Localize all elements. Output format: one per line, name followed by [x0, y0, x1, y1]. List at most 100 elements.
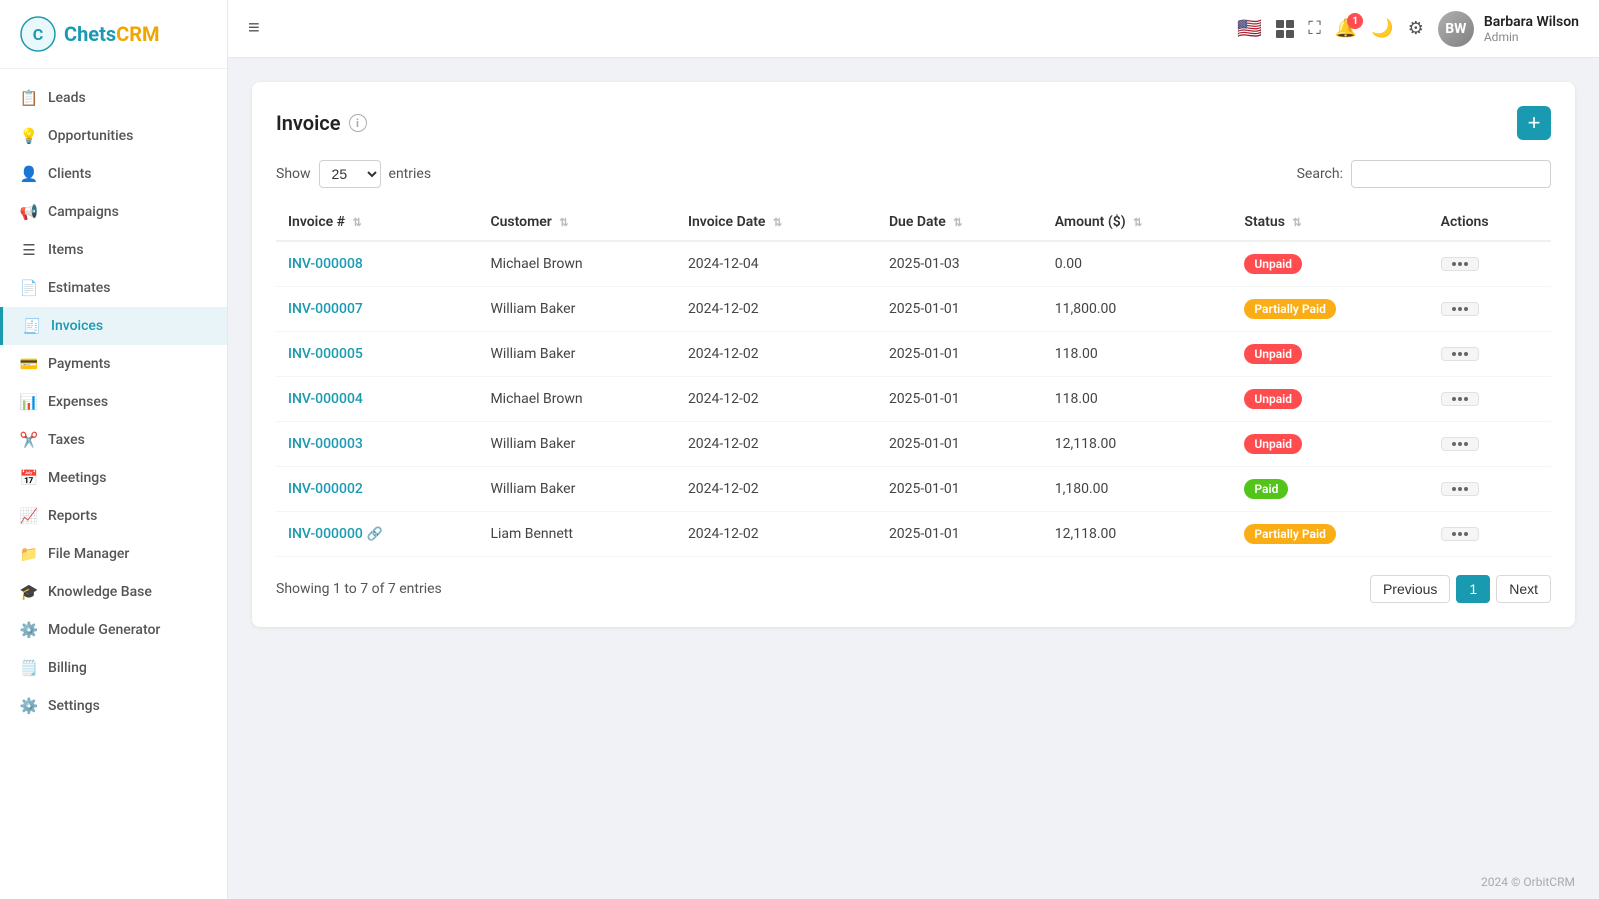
sidebar-item-label: Items	[48, 242, 84, 258]
sidebar-item-reports[interactable]: 📈 Reports	[0, 497, 227, 535]
sidebar-item-label: Expenses	[48, 394, 108, 410]
sidebar-item-expenses[interactable]: 📊 Expenses	[0, 383, 227, 421]
cell-customer: William Baker	[478, 332, 675, 377]
menu-toggle-button[interactable]: ≡	[248, 17, 260, 40]
invoice-link[interactable]: INV-000003	[288, 436, 363, 452]
cell-actions	[1429, 377, 1551, 422]
info-icon[interactable]: i	[349, 114, 367, 132]
show-label: Show	[276, 166, 311, 182]
expenses-icon: 📊	[20, 393, 38, 411]
sidebar-item-module-generator[interactable]: ⚙️ Module Generator	[0, 611, 227, 649]
cell-due-date: 2025-01-03	[877, 241, 1043, 287]
sidebar-item-taxes[interactable]: ✂️ Taxes	[0, 421, 227, 459]
cell-amount: 12,118.00	[1043, 512, 1233, 557]
status-badge: Partially Paid	[1244, 524, 1335, 544]
logo-text: ChetsCRM	[64, 22, 160, 46]
invoice-link[interactable]: INV-000004	[288, 391, 363, 407]
col-invoice-date: Invoice Date ⇅	[676, 204, 877, 241]
dot-icon	[1458, 442, 1462, 446]
sidebar-item-knowledge-base[interactable]: 🎓 Knowledge Base	[0, 573, 227, 611]
dot-icon	[1458, 262, 1462, 266]
sidebar-item-campaigns[interactable]: 📢 Campaigns	[0, 193, 227, 231]
sort-icon: ⇅	[953, 216, 962, 229]
main-wrap: ≡ 🇺🇸 ⛶ 🔔 1	[228, 0, 1599, 899]
sidebar-item-invoices[interactable]: 🧾 Invoices	[0, 307, 227, 345]
add-invoice-button[interactable]: +	[1517, 106, 1551, 140]
previous-button[interactable]: Previous	[1370, 575, 1450, 603]
dot-icon	[1464, 352, 1468, 356]
col-invoice-num: Invoice # ⇅	[276, 204, 478, 241]
invoice-link[interactable]: INV-000002	[288, 481, 363, 497]
settings-button[interactable]: ⚙	[1408, 18, 1424, 39]
footer-text: 2024 © OrbitCRM	[1481, 875, 1575, 889]
dark-mode-button[interactable]: 🌙	[1371, 18, 1393, 39]
sidebar-item-items[interactable]: ☰ Items	[0, 231, 227, 269]
us-flag-icon: 🇺🇸	[1237, 16, 1262, 41]
next-button[interactable]: Next	[1496, 575, 1551, 603]
invoice-card: Invoice i + Show 102550100 entries Searc…	[252, 82, 1575, 627]
table-row: INV-000000🔗 Liam Bennett 2024-12-02 2025…	[276, 512, 1551, 557]
invoice-link[interactable]: INV-000008	[288, 256, 363, 272]
settings-icon: ⚙️	[20, 697, 38, 715]
cell-status: Unpaid	[1232, 241, 1428, 287]
sidebar-item-label: Estimates	[48, 280, 110, 296]
topbar: ≡ 🇺🇸 ⛶ 🔔 1	[228, 0, 1599, 58]
cell-amount: 118.00	[1043, 332, 1233, 377]
sidebar-item-clients[interactable]: 👤 Clients	[0, 155, 227, 193]
status-badge: Unpaid	[1244, 389, 1302, 409]
search-input[interactable]	[1351, 160, 1551, 188]
fullscreen-icon: ⛶	[1308, 18, 1321, 39]
cell-invoice-num: INV-000004	[276, 377, 478, 422]
payments-icon: 💳	[20, 355, 38, 373]
row-actions-button[interactable]	[1441, 392, 1479, 406]
cell-due-date: 2025-01-01	[877, 512, 1043, 557]
invoice-link[interactable]: INV-000007	[288, 301, 363, 317]
content-area: Invoice i + Show 102550100 entries Searc…	[228, 58, 1599, 865]
sidebar-item-leads[interactable]: 📋 Leads	[0, 79, 227, 117]
sidebar-item-settings[interactable]: ⚙️ Settings	[0, 687, 227, 725]
invoice-link[interactable]: INV-000000	[288, 526, 363, 542]
campaigns-icon: 📢	[20, 203, 38, 221]
flag-button[interactable]: 🇺🇸	[1237, 16, 1262, 41]
sidebar-item-file-manager[interactable]: 📁 File Manager	[0, 535, 227, 573]
cell-invoice-date: 2024-12-02	[676, 332, 877, 377]
grid-apps-button[interactable]	[1276, 20, 1294, 38]
sidebar-item-payments[interactable]: 💳 Payments	[0, 345, 227, 383]
sidebar-item-opportunities[interactable]: 💡 Opportunities	[0, 117, 227, 155]
status-badge: Partially Paid	[1244, 299, 1335, 319]
module-generator-icon: ⚙️	[20, 621, 38, 639]
row-actions-button[interactable]	[1441, 437, 1479, 451]
col-status: Status ⇅	[1232, 204, 1428, 241]
cell-status: Partially Paid	[1232, 287, 1428, 332]
sort-icon: ⇅	[352, 216, 361, 229]
row-actions-button[interactable]	[1441, 482, 1479, 496]
sidebar-item-billing[interactable]: 🗒️ Billing	[0, 649, 227, 687]
sidebar-item-meetings[interactable]: 📅 Meetings	[0, 459, 227, 497]
taxes-icon: ✂️	[20, 431, 38, 449]
page-1-button[interactable]: 1	[1456, 575, 1490, 603]
sidebar-item-label: Leads	[48, 90, 86, 106]
row-actions-button[interactable]	[1441, 257, 1479, 271]
cell-invoice-date: 2024-12-02	[676, 287, 877, 332]
sidebar-item-estimates[interactable]: 📄 Estimates	[0, 269, 227, 307]
sidebar: C ChetsCRM 📋 Leads 💡 Opportunities 👤 Cli…	[0, 0, 228, 899]
sort-icon: ⇅	[1292, 216, 1301, 229]
entries-select[interactable]: 102550100	[319, 160, 381, 188]
cell-amount: 11,800.00	[1043, 287, 1233, 332]
cell-status: Unpaid	[1232, 377, 1428, 422]
sidebar-item-label: Clients	[48, 166, 91, 182]
cell-invoice-num: INV-000005	[276, 332, 478, 377]
user-profile[interactable]: BW Barbara Wilson Admin	[1438, 11, 1579, 47]
sidebar-nav: 📋 Leads 💡 Opportunities 👤 Clients 📢 Camp…	[0, 69, 227, 899]
pagination-wrap: Showing 1 to 7 of 7 entries Previous 1 N…	[276, 575, 1551, 603]
col-customer: Customer ⇅	[478, 204, 675, 241]
cell-status: Unpaid	[1232, 332, 1428, 377]
fullscreen-button[interactable]: ⛶	[1308, 18, 1321, 39]
invoice-link[interactable]: INV-000005	[288, 346, 363, 362]
row-actions-button[interactable]	[1441, 527, 1479, 541]
row-actions-button[interactable]	[1441, 347, 1479, 361]
status-badge: Unpaid	[1244, 434, 1302, 454]
row-actions-button[interactable]	[1441, 302, 1479, 316]
invoice-title: Invoice i	[276, 111, 367, 135]
table-row: INV-000005 William Baker 2024-12-02 2025…	[276, 332, 1551, 377]
